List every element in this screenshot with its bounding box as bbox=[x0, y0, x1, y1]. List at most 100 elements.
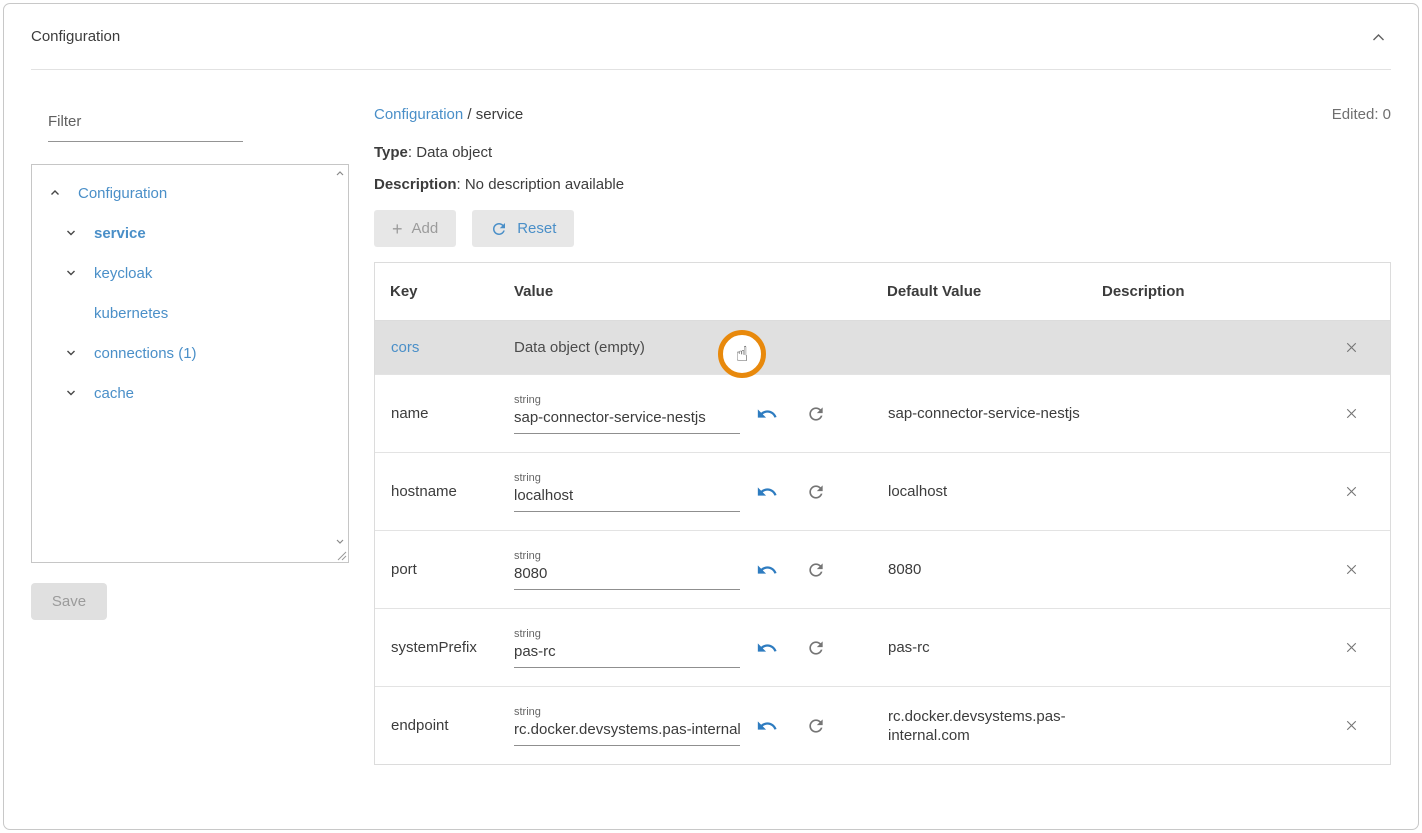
value-type-label: string bbox=[514, 472, 740, 484]
delete-row-button[interactable] bbox=[1339, 335, 1364, 360]
config-tree: Configuration service keycloak kubernete… bbox=[31, 164, 349, 563]
action-buttons: + Add Reset bbox=[374, 210, 1391, 247]
tree-item-label: service bbox=[94, 225, 146, 242]
filter-input[interactable] bbox=[48, 106, 243, 142]
table-row-systemPrefix: systemPrefix string pas-rc bbox=[375, 608, 1390, 686]
value-type-label: string bbox=[514, 394, 740, 406]
breadcrumb-current: service bbox=[476, 106, 524, 123]
refresh-icon bbox=[806, 412, 826, 427]
row-default-value: rc.docker.devsystems.pas-internal.com bbox=[872, 707, 1082, 745]
panel-collapse-button[interactable] bbox=[1366, 26, 1391, 48]
tree-item-kubernetes[interactable]: kubernetes bbox=[32, 293, 348, 333]
delete-row-button[interactable] bbox=[1339, 401, 1364, 426]
row-key-link[interactable]: cors bbox=[375, 339, 499, 356]
tree-item-configuration[interactable]: Configuration bbox=[32, 173, 348, 213]
save-button[interactable]: Save bbox=[31, 583, 107, 620]
hand-cursor-icon: ☝ bbox=[736, 342, 749, 366]
reset-value-button[interactable] bbox=[804, 714, 828, 738]
table-row-name: name string sap-connector-service-nestjs bbox=[375, 374, 1390, 452]
reset-button[interactable]: Reset bbox=[472, 210, 574, 247]
value-input[interactable]: string sap-connector-service-nestjs bbox=[514, 394, 740, 434]
value-type-label: string bbox=[514, 628, 740, 640]
undo-icon bbox=[756, 491, 778, 506]
tree-item-label: connections (1) bbox=[94, 345, 197, 362]
add-button[interactable]: + Add bbox=[374, 210, 456, 247]
refresh-icon bbox=[806, 490, 826, 505]
edited-counter: Edited: 0 bbox=[1332, 106, 1391, 123]
scrollbar-down-arrow[interactable] bbox=[335, 537, 345, 546]
delete-row-button[interactable] bbox=[1339, 713, 1364, 738]
panel-body: Configuration service keycloak kubernete… bbox=[4, 70, 1418, 765]
table-row-cors[interactable]: cors Data object (empty) bbox=[375, 320, 1390, 374]
close-icon bbox=[1343, 344, 1360, 359]
reset-value-button[interactable] bbox=[804, 636, 828, 660]
undo-icon bbox=[756, 569, 778, 584]
value-input[interactable]: string localhost bbox=[514, 472, 740, 512]
value-type-label: string bbox=[514, 550, 740, 562]
scrollbar-up-arrow[interactable] bbox=[335, 169, 345, 178]
delete-row-button[interactable] bbox=[1339, 479, 1364, 504]
properties-table: Key Value Default Value Description cors… bbox=[374, 262, 1391, 765]
row-default-value: localhost bbox=[872, 482, 1082, 501]
tree-item-label: cache bbox=[94, 385, 134, 402]
value-input-text[interactable]: localhost bbox=[514, 484, 740, 512]
tree-item-keycloak[interactable]: keycloak bbox=[32, 253, 348, 293]
tree-item-label: Configuration bbox=[78, 185, 167, 202]
value-input-text[interactable]: sap-connector-service-nestjs bbox=[514, 406, 740, 434]
delete-row-button[interactable] bbox=[1339, 557, 1364, 582]
description-line: Description: No description available bbox=[374, 176, 1391, 193]
delete-row-button[interactable] bbox=[1339, 635, 1364, 660]
tree-item-service[interactable]: service bbox=[32, 213, 348, 253]
detail-topbar: Configuration / service Edited: 0 bbox=[374, 106, 1391, 123]
close-icon bbox=[1343, 566, 1360, 581]
undo-button[interactable] bbox=[754, 557, 780, 583]
tree-item-label: keycloak bbox=[94, 265, 152, 282]
row-default-value: 8080 bbox=[872, 560, 1082, 579]
resize-grip-icon[interactable] bbox=[337, 551, 347, 561]
row-key: port bbox=[375, 561, 499, 578]
undo-button[interactable] bbox=[754, 635, 780, 661]
row-value-text: Data object (empty) bbox=[499, 339, 872, 356]
description-value: : No description available bbox=[457, 176, 625, 193]
row-default-value: sap-connector-service-nestjs bbox=[872, 404, 1082, 423]
row-default-value: pas-rc bbox=[872, 638, 1082, 657]
column-header-value: Value bbox=[499, 283, 872, 300]
value-input[interactable]: string 8080 bbox=[514, 550, 740, 590]
reset-value-button[interactable] bbox=[804, 558, 828, 582]
chevron-down-icon bbox=[65, 387, 77, 399]
refresh-icon bbox=[806, 724, 826, 739]
type-value: : Data object bbox=[408, 144, 492, 161]
row-key: systemPrefix bbox=[375, 639, 499, 656]
breadcrumb-parent-link[interactable]: Configuration bbox=[374, 106, 463, 123]
undo-button[interactable] bbox=[754, 479, 780, 505]
undo-icon bbox=[756, 413, 778, 428]
reset-value-button[interactable] bbox=[804, 480, 828, 504]
value-input-text[interactable]: pas-rc bbox=[514, 640, 740, 668]
chevron-down-icon bbox=[65, 227, 77, 239]
undo-button[interactable] bbox=[754, 713, 780, 739]
add-button-label: Add bbox=[412, 220, 439, 237]
undo-button[interactable] bbox=[754, 401, 780, 427]
configuration-panel: Configuration Configuration bbox=[3, 3, 1419, 830]
value-input-text[interactable]: 8080 bbox=[514, 562, 740, 590]
tree-item-label: kubernetes bbox=[94, 305, 168, 322]
chevron-up-icon bbox=[49, 187, 61, 199]
tree-item-connections[interactable]: connections (1) bbox=[32, 333, 348, 373]
plus-icon: + bbox=[392, 220, 403, 238]
undo-icon bbox=[756, 647, 778, 662]
description-label: Description bbox=[374, 176, 457, 193]
detail-pane: Configuration / service Edited: 0 Type: … bbox=[374, 70, 1391, 765]
value-input[interactable]: string pas-rc bbox=[514, 628, 740, 668]
chevron-down-icon bbox=[65, 267, 77, 279]
table-row-endpoint: endpoint string rc.docker.devsystems.pas… bbox=[375, 686, 1390, 764]
value-type-label: string bbox=[514, 706, 740, 718]
column-header-description: Description bbox=[1087, 283, 1312, 300]
column-header-default-value: Default Value bbox=[872, 283, 1087, 300]
value-input-text[interactable]: rc.docker.devsystems.pas-internal.com bbox=[514, 718, 740, 746]
close-icon bbox=[1343, 644, 1360, 659]
undo-icon bbox=[756, 725, 778, 740]
tree-item-cache[interactable]: cache bbox=[32, 373, 348, 413]
reset-value-button[interactable] bbox=[804, 402, 828, 426]
chevron-up-icon bbox=[1370, 32, 1387, 47]
value-input[interactable]: string rc.docker.devsystems.pas-internal… bbox=[514, 706, 740, 746]
